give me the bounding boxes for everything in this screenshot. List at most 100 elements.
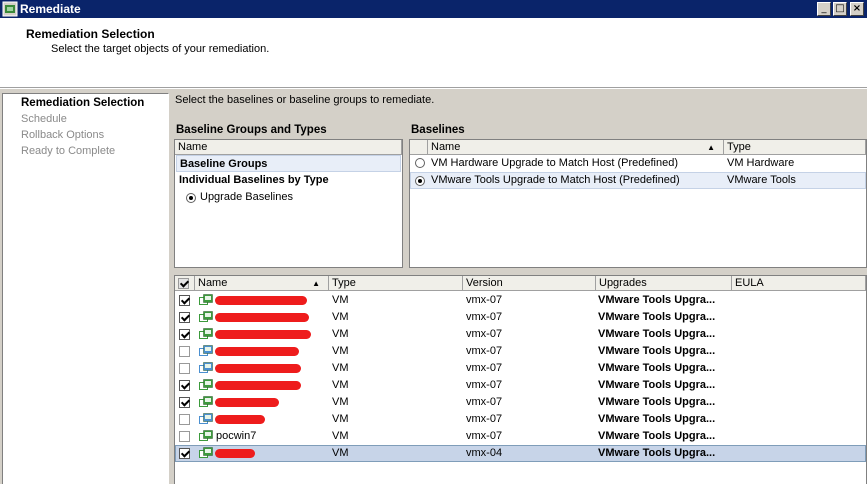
baseline-radio[interactable]: [415, 176, 425, 186]
table-row[interactable]: VM vmx-07 VMware Tools Upgra...: [175, 343, 866, 360]
baseline-row[interactable]: VM Hardware Upgrade to Match Host (Prede…: [410, 155, 866, 172]
vm-icon: [199, 396, 213, 407]
table-row[interactable]: VM vmx-07 VMware Tools Upgra...: [175, 309, 866, 326]
column-header-type[interactable]: Type: [724, 140, 866, 155]
table-row[interactable]: VM vmx-07 VMware Tools Upgra...: [175, 326, 866, 343]
row-checkbox[interactable]: [179, 414, 190, 425]
individual-baselines-heading: Individual Baselines by Type: [179, 174, 329, 186]
row-checkbox[interactable]: [179, 431, 190, 442]
close-button[interactable]: ×: [850, 2, 864, 16]
vm-icon: [199, 413, 213, 424]
column-header-upgrades[interactable]: Upgrades: [596, 276, 732, 291]
baseline-groups-panel: Name Baseline Groups Individual Baseline…: [174, 139, 403, 268]
vm-type: VM: [332, 379, 349, 391]
row-checkbox[interactable]: [179, 295, 190, 306]
vm-type: VM: [332, 345, 349, 357]
vm-version: vmx-07: [466, 430, 503, 442]
maximize-button[interactable]: □: [833, 2, 847, 16]
vm-type: VM: [332, 413, 349, 425]
column-header-name[interactable]: Name: [175, 140, 402, 155]
vm-upgrades: VMware Tools Upgra...: [598, 328, 716, 340]
column-header-name[interactable]: Name ▲: [195, 276, 329, 291]
redaction-mark: [215, 398, 279, 407]
baseline-groups-item[interactable]: Baseline Groups: [176, 155, 401, 172]
vm-version: vmx-07: [466, 294, 503, 306]
vm-type: VM: [332, 396, 349, 408]
redaction-mark: [215, 347, 299, 356]
vm-type: VM: [332, 294, 349, 306]
step-schedule[interactable]: Schedule: [21, 111, 67, 127]
step-rollback-options[interactable]: Rollback Options: [21, 127, 104, 143]
table-row[interactable]: VM vmx-07 VMware Tools Upgra...: [175, 377, 866, 394]
minimize-button[interactable]: _: [817, 2, 831, 16]
window-title: Remediate: [20, 2, 81, 16]
table-row[interactable]: VM vmx-07 VMware Tools Upgra...: [175, 411, 866, 428]
vm-upgrades: VMware Tools Upgra...: [598, 294, 716, 306]
baseline-name: VMware Tools Upgrade to Match Host (Pred…: [431, 174, 680, 186]
vm-upgrades: VMware Tools Upgra...: [598, 311, 716, 323]
baseline-row[interactable]: VMware Tools Upgrade to Match Host (Pred…: [410, 172, 866, 189]
row-checkbox[interactable]: [179, 346, 190, 357]
row-checkbox[interactable]: [179, 363, 190, 374]
column-name-label: Name: [198, 277, 228, 289]
column-header-eula[interactable]: EULA: [732, 276, 866, 291]
vm-icon: [199, 294, 213, 305]
vm-version: vmx-07: [466, 379, 503, 391]
table-row[interactable]: VM vmx-07 VMware Tools Upgra...: [175, 394, 866, 411]
vm-upgrades: VMware Tools Upgra...: [598, 447, 716, 459]
vm-upgrades: VMware Tools Upgra...: [598, 413, 716, 425]
vm-type: VM: [332, 447, 349, 459]
page-title: Remediation Selection: [26, 27, 155, 41]
vm-icon: [199, 311, 213, 322]
vsphere-app-icon: [2, 1, 18, 17]
column-header-select-all[interactable]: [175, 276, 195, 291]
baseline-name: VM Hardware Upgrade to Match Host (Prede…: [431, 157, 678, 169]
redaction-mark: [215, 296, 307, 305]
row-checkbox[interactable]: [179, 397, 190, 408]
redaction-mark: [215, 330, 311, 339]
baseline-groups-title: Baseline Groups and Types: [176, 124, 327, 136]
vm-type: VM: [332, 430, 349, 442]
row-checkbox[interactable]: [179, 448, 190, 459]
column-header-type[interactable]: Type: [329, 276, 463, 291]
vm-icon: [199, 345, 213, 356]
vm-name: pocwin7: [216, 430, 257, 442]
vm-upgrades: VMware Tools Upgra...: [598, 379, 716, 391]
row-checkbox[interactable]: [179, 312, 190, 323]
vm-type: VM: [332, 362, 349, 374]
redaction-mark: [215, 381, 301, 390]
vm-icon: [199, 362, 213, 373]
upgrade-baselines-label[interactable]: Upgrade Baselines: [200, 189, 293, 206]
redaction-mark: [215, 313, 309, 322]
vm-version: vmx-07: [466, 413, 503, 425]
select-all-checkbox[interactable]: [178, 278, 189, 289]
vm-type: VM: [332, 311, 349, 323]
sort-arrow-icon: ▲: [312, 279, 320, 288]
vm-icon: [199, 447, 213, 458]
upgrade-baselines-radio[interactable]: [186, 193, 196, 203]
step-ready-to-complete[interactable]: Ready to Complete: [21, 143, 115, 159]
title-bar: [0, 0, 867, 18]
table-row[interactable]: VM vmx-07 VMware Tools Upgra...: [175, 292, 866, 309]
vm-version: vmx-07: [466, 345, 503, 357]
baseline-radio[interactable]: [415, 158, 425, 168]
baselines-title: Baselines: [411, 124, 465, 136]
vm-icon: [199, 328, 213, 339]
baselines-panel: Name ▲ Type VM Hardware Upgrade to Match …: [409, 139, 867, 268]
row-checkbox[interactable]: [179, 329, 190, 340]
vm-icon: [199, 379, 213, 390]
vm-version: vmx-07: [466, 362, 503, 374]
vm-version: vmx-07: [466, 311, 503, 323]
baseline-type: VMware Tools: [727, 174, 796, 186]
vm-upgrades: VMware Tools Upgra...: [598, 362, 716, 374]
column-header-version[interactable]: Version: [463, 276, 596, 291]
vm-version: vmx-04: [466, 447, 503, 459]
vm-upgrades: VMware Tools Upgra...: [598, 396, 716, 408]
row-checkbox[interactable]: [179, 380, 190, 391]
vm-type: VM: [332, 328, 349, 340]
table-row[interactable]: VM vmx-04 VMware Tools Upgra...: [175, 445, 866, 462]
column-header-name[interactable]: Name ▲: [428, 140, 724, 155]
table-row[interactable]: VM vmx-07 VMware Tools Upgra...: [175, 360, 866, 377]
step-remediation-selection[interactable]: Remediation Selection: [21, 95, 144, 111]
table-row[interactable]: pocwin7 VM vmx-07 VMware Tools Upgra...: [175, 428, 866, 445]
